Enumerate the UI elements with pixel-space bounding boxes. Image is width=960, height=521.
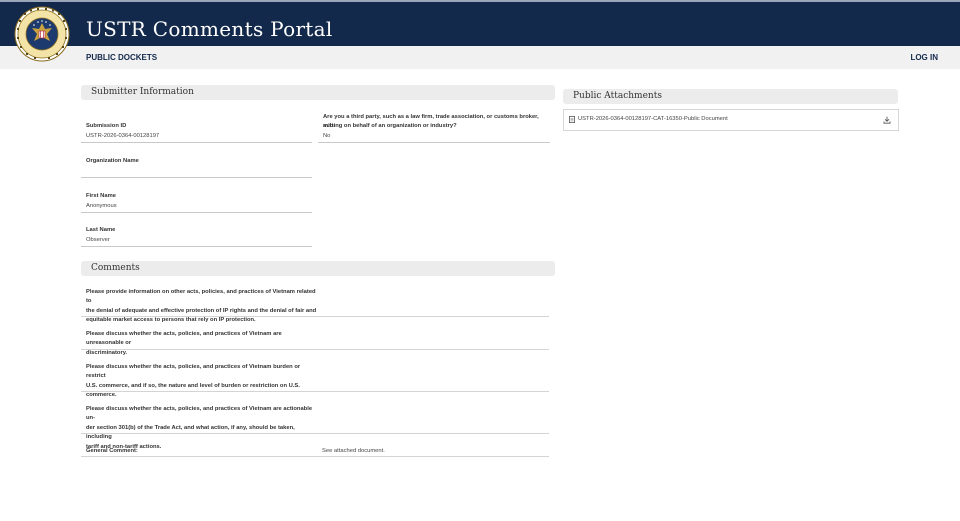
question-line: equitable market access to persons that … [86, 317, 256, 324]
third-party-value: No [323, 133, 331, 139]
divider [81, 391, 549, 392]
third-party-field: Are you a third party, such as a law fir… [318, 112, 550, 143]
last-name-value: Observer [86, 237, 110, 243]
site-header: USTR Comments Portal [0, 2, 960, 46]
question-line: Please discuss whether the acts, policie… [86, 331, 282, 347]
question-line: Please discuss whether the acts, policie… [86, 364, 301, 380]
site-title: USTR Comments Portal [86, 17, 333, 41]
attachments-section-title: Public Attachments [573, 91, 662, 101]
comments-section-header: Comments [81, 261, 555, 276]
submission-id-label: Submission ID [86, 123, 127, 129]
attachment-link[interactable]: USTR-2026-0364-00128197-CAT-16350-Public… [578, 116, 728, 122]
attachments-section-header: Public Attachments [563, 89, 898, 104]
submitter-section-title: Submitter Information [91, 87, 194, 97]
comment-question-3: Please discuss whether the acts, policie… [86, 363, 318, 401]
divider [81, 316, 549, 317]
question-line: Please discuss whether the acts, policie… [86, 406, 313, 422]
divider [81, 433, 549, 434]
question-line: commerce. [86, 392, 117, 399]
comments-section-title: Comments [91, 263, 140, 273]
general-comment-value: See attached document. [322, 448, 385, 454]
comment-question-1: Please provide information on other acts… [86, 288, 318, 326]
document-icon [569, 116, 575, 123]
submission-id-value: USTR-2026-0364-00128197 [86, 133, 160, 139]
submitter-section-header: Submitter Information [81, 85, 555, 100]
submission-id-field: Submission ID USTR-2026-0364-00128197 [81, 121, 312, 143]
organization-name-field: Organization Name [81, 156, 312, 178]
question-line: U.S. commerce, and if so, the nature and… [86, 382, 300, 389]
nav-public-dockets[interactable]: PUBLIC DOCKETS [86, 53, 157, 62]
question-line: Please provide information on other acts… [86, 289, 316, 305]
organization-name-label: Organization Name [86, 158, 139, 164]
attachment-item: USTR-2026-0364-00128197-CAT-16350-Public… [563, 109, 899, 131]
last-name-field: Last Name Observer [81, 225, 312, 247]
question-line: discriminatory. [86, 349, 128, 356]
comment-question-4: Please discuss whether the acts, policie… [86, 405, 318, 452]
first-name-value: Anonymous [86, 203, 117, 209]
third-party-label-line2: mitting on behalf of an organization or … [323, 123, 457, 129]
first-name-field: First Name Anonymous [81, 191, 312, 213]
nav-bar: PUBLIC DOCKETS LOG IN [0, 46, 960, 69]
divider [81, 456, 549, 457]
presidential-seal-icon [14, 6, 70, 62]
nav-log-in[interactable]: LOG IN [910, 53, 938, 62]
download-icon[interactable] [883, 116, 891, 124]
divider [81, 349, 549, 350]
general-comment-label: General Comment: [86, 448, 138, 454]
comment-question-2: Please discuss whether the acts, policie… [86, 330, 318, 358]
first-name-label: First Name [86, 193, 116, 199]
last-name-label: Last Name [86, 227, 116, 233]
question-line: the denial of adequate and effective pro… [86, 307, 317, 314]
